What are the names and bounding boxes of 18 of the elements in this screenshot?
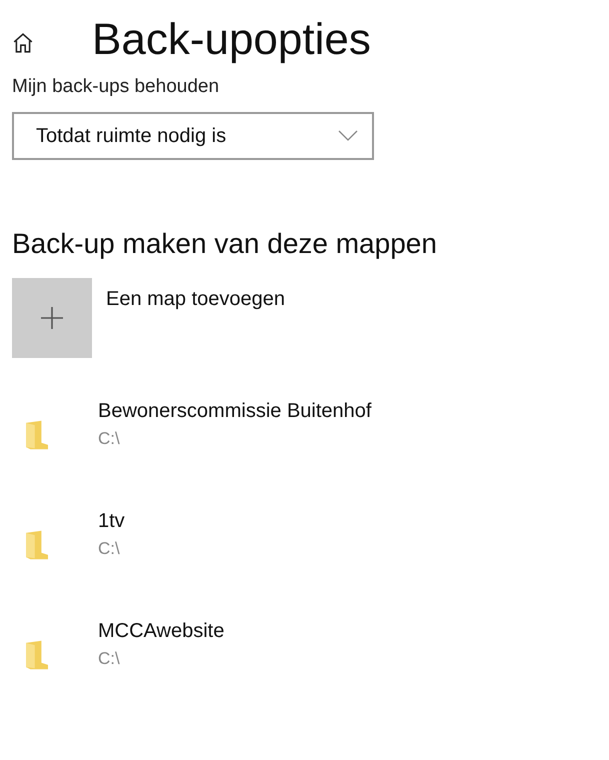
folder-name[interactable]: MCCAwebsite: [98, 620, 224, 643]
folder-icon[interactable]: [26, 530, 48, 560]
folder-icon[interactable]: [26, 640, 48, 670]
folder-path: C:\: [98, 539, 120, 559]
folder-name[interactable]: Bewonerscommissie Buitenhof: [98, 400, 372, 423]
add-folder-label[interactable]: Een map toevoegen: [106, 288, 286, 358]
folder-name[interactable]: 1tv: [98, 510, 125, 533]
chevron-icon: [338, 130, 358, 142]
retention-label: Mijn back-ups behouden: [12, 76, 220, 98]
add-folder-button[interactable]: [12, 278, 92, 358]
folder-path: C:\: [98, 649, 120, 669]
page-title: Back-upopties: [92, 15, 371, 65]
section-heading: Back-up maken van deze mappen: [12, 228, 437, 260]
folder-path: C:\: [98, 429, 120, 449]
plus-icon: [40, 306, 64, 330]
retention-dropdown[interactable]: Totdat ruimte nodig is: [12, 112, 374, 160]
folder-icon[interactable]: [26, 420, 48, 450]
home-icon[interactable]: [12, 32, 34, 54]
